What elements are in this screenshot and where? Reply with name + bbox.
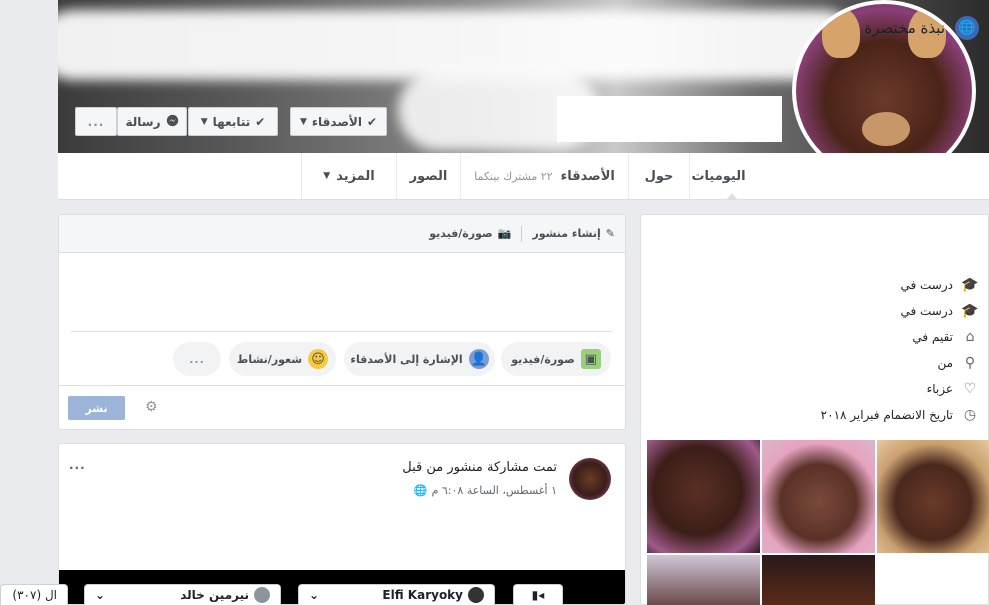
photo-thumbnail[interactable] (647, 440, 760, 553)
pill-label: الإشارة إلى الأصدقاء (350, 352, 463, 366)
photo-video-label: صورة/فيديو (429, 227, 493, 240)
photo-thumbnail[interactable] (762, 555, 875, 605)
composer-footer: نشر ⚙ (59, 385, 625, 429)
caret-down-icon: ▼ (200, 116, 208, 127)
video-call-button[interactable]: ▮◂ (513, 584, 563, 605)
photo-icon: ▣ (580, 349, 601, 369)
pencil-icon: ✎ (605, 227, 615, 240)
gear-icon[interactable]: ⚙ (145, 399, 158, 415)
avatar[interactable] (569, 458, 611, 500)
messenger-icon (166, 114, 179, 130)
intro-row-studied: 🎓 درست في (900, 276, 979, 294)
post-title: تمت مشاركة منشور من قبل (402, 460, 557, 475)
filter-nose (862, 112, 910, 146)
tab-more-label: المزيد (336, 168, 375, 184)
intro-row-text: درست في (900, 278, 953, 292)
smiley-icon: ☺ (308, 349, 329, 369)
tag-friends-button[interactable]: الإشارة إلى الأصدقاء 👤 (344, 342, 495, 376)
chat-name: Elfi Karyoky (382, 588, 463, 602)
globe-icon: 🌐 (955, 16, 979, 40)
divider (521, 225, 523, 242)
intro-row-text: درست في (900, 304, 953, 318)
create-post-label: إنشاء منشور (532, 227, 601, 240)
photo-thumbnail[interactable] (877, 440, 989, 553)
heart-icon: ♡ (963, 381, 977, 397)
intro-row-text: تاريخ الانضمام فبراير ٢٠١٨ (820, 408, 953, 422)
mutual-friends-count: ٢٢ مشترك بينكما (474, 169, 553, 183)
intro-row-relationship: ♡ عزباء (927, 380, 979, 398)
video-camera-icon: ▮◂ (531, 588, 545, 602)
checkmark-icon: ✔ (366, 114, 378, 129)
chat-tab[interactable]: (٣٠٧) ال (0, 584, 68, 605)
intro-row-from: ⚲ من (937, 354, 979, 372)
tab-more[interactable]: ▼ المزيد (301, 153, 396, 199)
tab-friends-label: الأصدقاء (560, 168, 615, 184)
friends-button-label: الأصدقاء (311, 114, 362, 129)
profile-name-redacted (557, 96, 782, 142)
intro-title: نبذة مختصرة (864, 19, 945, 37)
filter-ear (822, 8, 860, 58)
pill-label: صورة/فيديو (511, 352, 575, 366)
feeling-activity-button[interactable]: شعور/نشاط ☺ (229, 342, 336, 376)
tab-timeline[interactable]: اليوميات (689, 153, 747, 199)
create-post-tab[interactable]: إنشاء منشور ✎ (532, 227, 615, 240)
tab-photos[interactable]: الصور (396, 153, 460, 199)
composer-header: صورة/فيديو 📷 إنشاء منشور ✎ (59, 215, 625, 253)
post-composer: صورة/فيديو 📷 إنشاء منشور ✎ صورة/فيديو ▣ … (58, 214, 626, 430)
chevron-down-icon: ⌄ (309, 588, 320, 602)
photo-thumbnail[interactable] (647, 555, 760, 605)
chat-tab[interactable]: ⌄ Elfi Karyoky (298, 584, 495, 605)
chat-contact: Elfi Karyoky (382, 587, 484, 603)
active-tab-indicator (726, 193, 738, 200)
more-options-button[interactable]: ... (75, 107, 117, 136)
post-timestamp[interactable]: ١ أغسطس، الساعة ٦:٠٨ م (432, 484, 557, 497)
intro-row-text: من (937, 356, 953, 370)
home-icon: ⌂ (965, 329, 975, 345)
location-pin-icon: ⚲ (964, 355, 976, 371)
photo-video-tab[interactable]: صورة/فيديو 📷 (429, 227, 511, 240)
follow-button[interactable]: ▼ تتابعها ✔ (188, 107, 278, 136)
globe-icon: 🌐 (413, 484, 428, 497)
caret-down-icon: ▼ (299, 116, 307, 127)
chat-contact: نيرمين خالد (180, 587, 270, 603)
graduation-cap-icon: 🎓 (961, 303, 979, 319)
tab-about[interactable]: حول (628, 153, 689, 199)
intro-row-studied: 🎓 درست في (900, 302, 979, 320)
more-options-button[interactable]: ... (173, 342, 221, 376)
intro-row-lives: ⌂ تقيم في (912, 328, 979, 346)
chevron-down-icon: ⌄ (95, 588, 106, 602)
post-meta: ١ أغسطس، الساعة ٦:٠٨ م 🌐 (414, 484, 557, 497)
tag-friends-icon: 👤 (468, 349, 489, 369)
message-button-label: رسالة (125, 114, 161, 129)
checkmark-icon: ✔ (255, 114, 266, 129)
caret-down-icon: ▼ (323, 171, 331, 181)
intro-row-text: تقيم في (912, 330, 953, 344)
photo-video-button[interactable]: صورة/فيديو ▣ (501, 342, 611, 376)
post-options-button[interactable]: ... (69, 458, 86, 472)
pill-label: شعور/نشاط (236, 352, 303, 366)
feed-post: تمت مشاركة منشور من قبل ١ أغسطس، الساعة … (58, 443, 626, 605)
message-button[interactable]: رسالة (117, 107, 187, 136)
photo-thumbnail[interactable] (762, 440, 875, 553)
avatar (468, 587, 484, 603)
camera-icon: 📷 (497, 227, 512, 240)
profile-tab-bar: اليوميات حول ٢٢ مشترك بينكما الأصدقاء ال… (58, 153, 989, 200)
intro-row-text: عزباء (926, 382, 953, 396)
intro-row-joined: ◷ تاريخ الانضمام فبراير ٢٠١٨ (821, 406, 979, 424)
tab-friends[interactable]: ٢٢ مشترك بينكما الأصدقاء (460, 153, 628, 199)
friends-button[interactable]: ▼ الأصدقاء ✔ (290, 107, 387, 136)
avatar (254, 587, 270, 603)
chat-name: نيرمين خالد (180, 588, 249, 602)
divider (71, 331, 612, 332)
chat-tab[interactable]: ⌄ نيرمين خالد (84, 584, 281, 605)
graduation-cap-icon: 🎓 (961, 277, 979, 293)
follow-button-label: تتابعها (212, 114, 251, 129)
clock-icon: ◷ (963, 407, 977, 423)
chat-count: (٣٠٧) ال (12, 588, 57, 602)
intro-header: 🌐 نبذة مختصرة (864, 16, 979, 40)
post-button[interactable]: نشر (68, 396, 125, 420)
